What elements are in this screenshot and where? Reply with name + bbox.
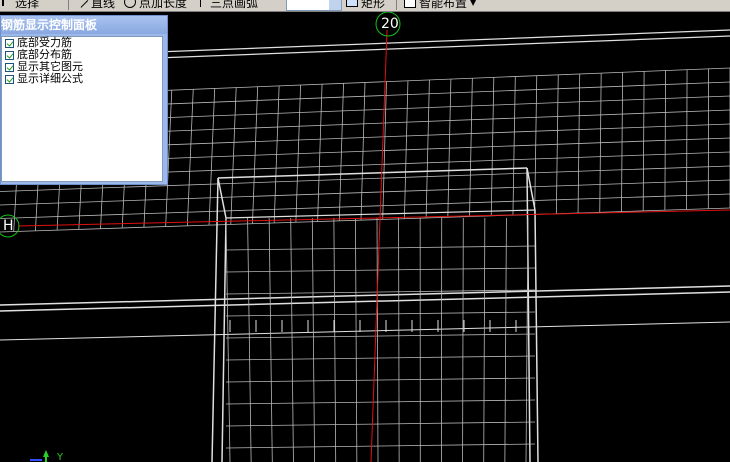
box-grid-horizontal bbox=[225, 267, 536, 273]
arc-icon bbox=[200, 0, 207, 7]
checkbox-checked-icon[interactable] bbox=[5, 74, 14, 84]
box-grid-horizontal bbox=[225, 245, 536, 251]
rectangle-icon bbox=[346, 0, 358, 7]
line-tool-label: 直线 bbox=[91, 0, 116, 10]
box-top-edge bbox=[217, 167, 528, 179]
box-grid-horizontal bbox=[225, 377, 536, 383]
ucs-axis-icon: Y bbox=[30, 450, 64, 462]
point-plus-icon bbox=[124, 0, 136, 8]
panel-options-list: 底部受力筋 底部分布筋 显示其它图元 显示详细公式 bbox=[1, 36, 163, 182]
smart-layout-icon bbox=[404, 0, 416, 8]
box-edge-vertical bbox=[221, 217, 227, 462]
box-grid-vertical bbox=[225, 217, 231, 462]
box-edge-vertical bbox=[211, 177, 219, 462]
toolbar-separator bbox=[396, 0, 397, 10]
slab-bottom-edge bbox=[0, 321, 730, 341]
option-label: 显示详细公式 bbox=[17, 72, 83, 85]
three-point-arc-tool-button[interactable]: 三点画弧 bbox=[200, 0, 258, 10]
toolbar-separator bbox=[68, 0, 69, 10]
box-grid-vertical bbox=[355, 217, 358, 462]
select-tool-label: 选择 bbox=[15, 0, 40, 10]
line-tool-button[interactable]: 直线 bbox=[77, 0, 116, 10]
point-length-tool-button[interactable]: 点加长度 bbox=[124, 0, 187, 10]
smart-layout-label: 智能布置 bbox=[419, 0, 468, 10]
chevron-down-icon[interactable] bbox=[329, 0, 341, 10]
box-grid-horizontal bbox=[225, 355, 536, 361]
box-edge-vertical bbox=[534, 209, 539, 462]
point-length-tool-label: 点加长度 bbox=[139, 0, 188, 10]
checkbox-checked-icon[interactable] bbox=[5, 50, 14, 60]
box-grid-horizontal bbox=[225, 399, 536, 405]
box-grid-vertical bbox=[333, 217, 337, 462]
smart-layout-button[interactable]: 智能布置 ▼ bbox=[404, 0, 476, 10]
line-icon bbox=[77, 0, 89, 8]
box-grid-vertical bbox=[504, 217, 507, 462]
checkbox-checked-icon[interactable] bbox=[5, 62, 14, 72]
box-grid-vertical bbox=[311, 217, 315, 462]
box-grid-vertical bbox=[398, 217, 400, 462]
axis-line-vertical bbox=[370, 29, 388, 462]
box-grid-horizontal bbox=[225, 421, 536, 427]
toolbar: 选择 直线 点加长度 三点画弧 矩形 智能布置 ▼ bbox=[0, 0, 730, 12]
rebar-display-control-panel: 钢筋显示控制面板 底部受力筋 底部分布筋 显示其它图元 显示详细公式 bbox=[0, 15, 168, 185]
axis-label-20: 20 bbox=[381, 16, 399, 32]
box-grid-vertical bbox=[376, 217, 379, 462]
rect-tool-label: 矩形 bbox=[361, 0, 386, 10]
box-grid-horizontal bbox=[225, 333, 536, 339]
toolbar-dropdown[interactable] bbox=[286, 0, 342, 11]
rect-tool-button[interactable]: 矩形 bbox=[346, 0, 385, 10]
box-grid-vertical bbox=[525, 217, 529, 462]
box-grid-vertical bbox=[462, 217, 464, 462]
box-grid-vertical bbox=[483, 217, 486, 462]
three-point-arc-tool-label: 三点画弧 bbox=[210, 0, 259, 10]
cursor-arrow-icon bbox=[2, 0, 12, 6]
select-tool-button[interactable]: 选择 bbox=[2, 0, 39, 10]
axis-line-horizontal bbox=[17, 209, 730, 227]
option-show-detailed-formula[interactable]: 显示详细公式 bbox=[2, 73, 162, 85]
grid-line-longitudinal bbox=[0, 207, 730, 233]
checkbox-checked-icon[interactable] bbox=[5, 38, 14, 48]
svg-text:Y: Y bbox=[56, 452, 64, 462]
axis-label-h: H bbox=[3, 218, 14, 234]
box-grid-horizontal bbox=[225, 311, 536, 317]
box-edge bbox=[526, 167, 536, 211]
chevron-down-icon[interactable]: ▼ bbox=[470, 0, 476, 7]
panel-title[interactable]: 钢筋显示控制面板 bbox=[1, 16, 167, 34]
